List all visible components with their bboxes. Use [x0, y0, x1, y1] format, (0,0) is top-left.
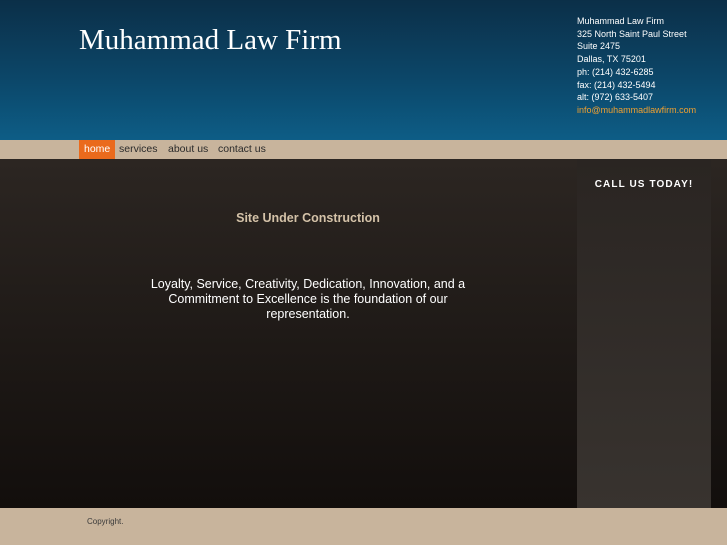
contact-city-state-zip: Dallas, TX 75201 — [577, 54, 646, 65]
contact-firm-name: Muhammad Law Firm — [577, 16, 665, 26]
nav-item-about-us[interactable]: about us — [168, 140, 208, 159]
nav-item-services[interactable]: services — [119, 140, 158, 159]
contact-address-line1: 325 North Saint Paul Street — [577, 28, 687, 39]
sidebar: CALL US TODAY! — [577, 159, 711, 508]
contact-info: Muhammad Law Firm 325 North Saint Paul S… — [577, 15, 696, 117]
footer: Copyright. — [0, 508, 727, 545]
construction-notice: Site Under Construction — [236, 211, 380, 225]
nav-item-contact-us[interactable]: contact us — [218, 140, 266, 159]
contact-phone: ph: (214) 432-6285 — [577, 66, 654, 77]
mission-statement: Loyalty, Service, Creativity, Dedication… — [150, 277, 466, 321]
page: Muhammad Law Firm Muhammad Law Firm 325 … — [0, 0, 727, 545]
contact-address-line2: Suite 2475 — [577, 41, 621, 52]
copyright-text: Copyright. — [87, 517, 124, 526]
sidebar-heading: CALL US TODAY! — [594, 179, 694, 190]
nav-bar: home services about us contact us — [0, 140, 727, 159]
site-title[interactable]: Muhammad Law Firm — [79, 24, 342, 57]
header: Muhammad Law Firm Muhammad Law Firm 325 … — [0, 0, 727, 140]
contact-alt-phone: alt: (972) 633-5407 — [577, 92, 654, 103]
nav-item-home[interactable]: home — [79, 140, 116, 159]
contact-email-link[interactable]: info@muhammadlawfirm.com — [577, 104, 696, 117]
contact-fax: fax: (214) 432-5494 — [577, 79, 656, 90]
